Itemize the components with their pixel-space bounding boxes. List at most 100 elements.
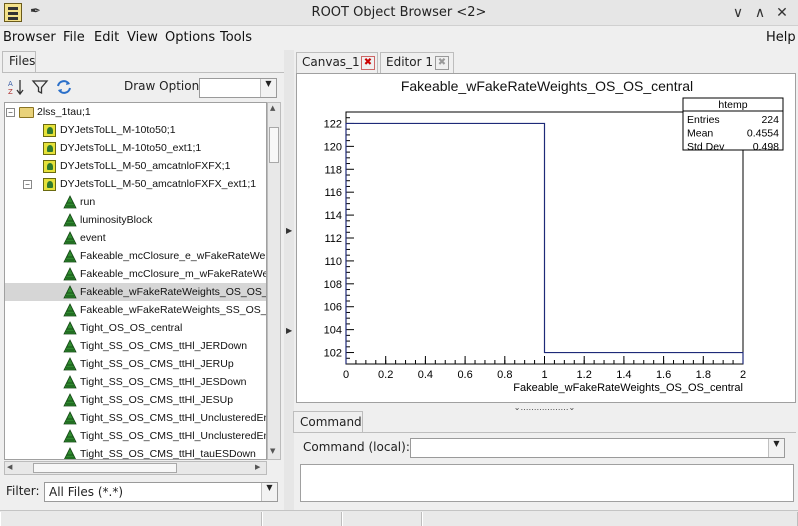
stats-label: Mean <box>687 128 713 140</box>
leaf-icon <box>63 393 77 407</box>
leaf-icon <box>63 429 77 443</box>
tree-item[interactable]: Tight_SS_OS_CMS_ttHl_UnclusteredEnD <box>5 409 266 427</box>
status-cell <box>422 512 798 526</box>
vertical-splitter[interactable]: ▶ ▶ <box>284 50 294 510</box>
menu-help[interactable]: Help <box>766 30 796 45</box>
status-bar <box>0 510 798 526</box>
tree-item[interactable]: DYJetsToLL_M-10to50;1 <box>5 121 266 139</box>
tree-vertical-scrollbar[interactable]: ▲ ▼ <box>267 102 281 460</box>
menu-view[interactable]: View <box>127 30 158 45</box>
tree-item[interactable]: Fakeable_wFakeRateWeights_SS_OS_c <box>5 301 267 319</box>
collapse-icon[interactable]: − <box>6 108 15 117</box>
histogram-bin <box>346 123 545 364</box>
tree-item[interactable]: DYJetsToLL_M-50_amcatnloFXFX;1 <box>5 157 266 175</box>
tab-separator <box>293 432 796 433</box>
tab-files[interactable]: Files <box>2 51 36 72</box>
tree-item[interactable]: Fakeable_wFakeRateWeights_OS_OS_c <box>5 283 267 301</box>
y-tick-label: 110 <box>324 256 342 268</box>
close-tab-icon[interactable]: ✖ <box>435 56 449 70</box>
canvas[interactable]: Fakeable_wFakeRateWeights_OS_OS_central … <box>296 73 796 403</box>
histogram-plot[interactable]: 102 104 106 108 110 112 114 116 118 120 122 0 0.2 0.4… <box>297 74 795 402</box>
tree-item[interactable]: − 2lss_1tau;1 <box>5 103 266 121</box>
tree-item[interactable]: DYJetsToLL_M-10to50_ext1;1 <box>5 139 266 157</box>
filter-value: All Files (*.*) <box>49 485 124 499</box>
x-tick-label: 0.4 <box>418 369 433 381</box>
y-tick-label: 102 <box>324 348 342 360</box>
tree-item[interactable]: Tight_SS_OS_CMS_ttHl_JESDown <box>5 373 266 391</box>
close-icon[interactable]: ✕ <box>772 3 792 23</box>
sort-icon[interactable]: AZ <box>6 78 26 98</box>
tree-item[interactable]: run <box>5 193 266 211</box>
horizontal-splitter[interactable]: ⌄………………⌄ <box>293 403 796 412</box>
stats-value: 224 <box>761 114 779 126</box>
menu-file[interactable]: File <box>63 30 85 45</box>
stats-value: 0.498 <box>753 141 779 153</box>
svg-text:A: A <box>8 80 13 88</box>
tree-item[interactable]: event <box>5 229 266 247</box>
menu-options[interactable]: Options <box>165 30 215 45</box>
tree-item-label: Fakeable_mcClosure_m_wFakeRateWeig <box>80 268 267 280</box>
chevron-down-icon: ▼ <box>260 79 276 97</box>
tree-item-label: DYJetsToLL_M-50_amcatnloFXFX;1 <box>60 160 231 172</box>
leaf-icon <box>63 339 77 353</box>
scroll-down-icon[interactable]: ▼ <box>270 447 275 455</box>
chevron-down-icon: ▼ <box>768 439 784 457</box>
tree-item[interactable]: Fakeable_mcClosure_e_wFakeRateWeig <box>5 247 267 265</box>
leaf-icon <box>63 249 77 263</box>
tree-item[interactable]: Tight_SS_OS_CMS_ttHl_JERDown <box>5 337 266 355</box>
scroll-left-icon[interactable]: ◀ <box>7 463 12 471</box>
tree-item-label: event <box>80 232 106 244</box>
leaf-icon <box>63 375 77 389</box>
maximize-icon[interactable]: ∧ <box>750 3 770 23</box>
x-tick-label: 0.8 <box>497 369 512 381</box>
tree-item-label: Fakeable_wFakeRateWeights_SS_OS_c <box>80 304 267 316</box>
tree-item-label: Tight_SS_OS_CMS_ttHl_UnclusteredEnU <box>80 430 267 442</box>
close-tab-icon[interactable]: ✖ <box>361 56 375 70</box>
tree-item[interactable]: Tight_SS_OS_CMS_ttHl_JESUp <box>5 391 266 409</box>
collapse-icon[interactable]: − <box>23 180 32 189</box>
scroll-right-icon[interactable]: ▶ <box>255 463 260 471</box>
tab-editor-1[interactable]: Editor 1 ✖ <box>380 52 454 73</box>
draw-option-select[interactable]: ▼ <box>199 78 277 98</box>
filter-select[interactable]: All Files (*.*) ▼ <box>44 482 278 502</box>
tree-item-label: 2lss_1tau;1 <box>37 106 91 118</box>
menu-browser[interactable]: Browser <box>3 30 56 45</box>
window-title: ROOT Object Browser <2> <box>311 5 487 20</box>
tree-item[interactable]: Tight_SS_OS_CMS_ttHl_tauESDown <box>5 445 266 460</box>
refresh-icon[interactable] <box>54 78 74 98</box>
tree-item-label: Tight_SS_OS_CMS_ttHl_tauESDown <box>80 448 256 460</box>
menu-tools[interactable]: Tools <box>220 30 252 45</box>
tree-item[interactable]: Tight_SS_OS_CMS_ttHl_UnclusteredEnU <box>5 427 267 445</box>
command-input[interactable]: ▼ <box>410 438 785 458</box>
minimize-icon[interactable]: ∨ <box>728 3 748 23</box>
menu-edit[interactable]: Edit <box>94 30 119 45</box>
tree-horizontal-scroll-thumb[interactable] <box>33 463 177 473</box>
ttree-icon <box>43 160 56 173</box>
filter-icon[interactable] <box>30 78 50 98</box>
scroll-up-icon[interactable]: ▲ <box>270 104 275 112</box>
ttree-icon <box>43 178 56 191</box>
tree-item[interactable]: Fakeable_mcClosure_m_wFakeRateWeig <box>5 265 267 283</box>
x-tick-label: 1.8 <box>696 369 711 381</box>
tab-canvas-1[interactable]: Canvas_1 ✖ <box>296 52 378 73</box>
folder-icon <box>19 107 34 118</box>
y-tick-label: 112 <box>324 233 342 245</box>
tree-item[interactable]: luminosityBlock <box>5 211 266 229</box>
tree-item[interactable]: − DYJetsToLL_M-50_amcatnloFXFX_ext1;1 <box>5 175 266 193</box>
tree-item[interactable]: Tight_SS_OS_CMS_ttHl_JERUp <box>5 355 266 373</box>
x-tick-label: 0 <box>343 369 349 381</box>
x-tick-label: 1.6 <box>656 369 671 381</box>
tab-command[interactable]: Command <box>293 411 363 433</box>
tree-item-label: Fakeable_wFakeRateWeights_OS_OS_c <box>80 286 267 298</box>
splitter-arrow-icon: ▶ <box>286 226 293 235</box>
file-tree[interactable]: − 2lss_1tau;1 DYJetsToLL_M-10to50;1 DYJetsT… <box>4 102 267 460</box>
leaf-icon <box>63 357 77 371</box>
tab-canvas-1-label: Canvas_1 <box>302 55 360 69</box>
tree-item-label: Fakeable_mcClosure_e_wFakeRateWeig <box>80 250 267 262</box>
draw-option-label: Draw Option: <box>124 79 204 93</box>
leaf-icon <box>63 411 77 425</box>
tree-item[interactable]: Tight_OS_OS_central <box>5 319 266 337</box>
tree-vertical-scroll-thumb[interactable] <box>269 127 279 163</box>
tab-editor-1-label: Editor 1 <box>386 55 433 69</box>
tree-horizontal-scrollbar[interactable]: ◀ ▶ <box>4 461 267 475</box>
